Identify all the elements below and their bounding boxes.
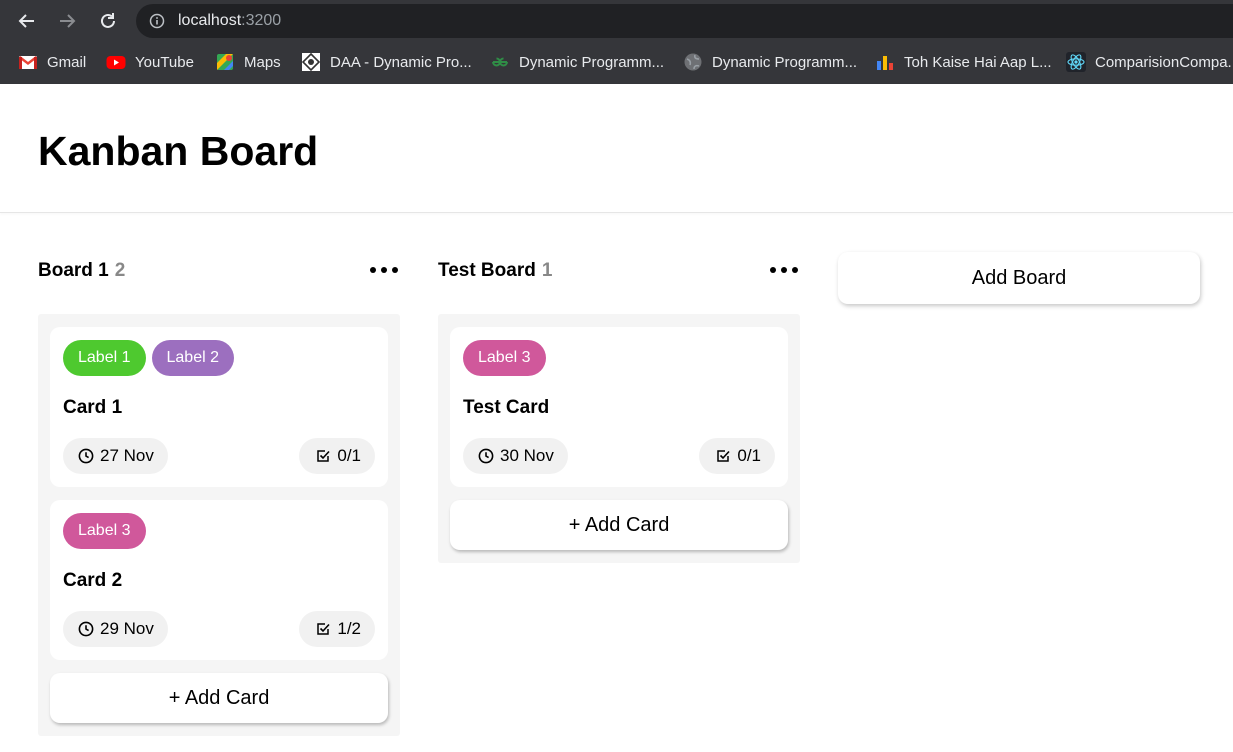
- card-date: 30 Nov: [500, 446, 554, 465]
- clock-icon: [478, 448, 494, 464]
- browser-chrome: localhost:3200 Gmail YouTube Maps DAA - …: [0, 0, 1233, 84]
- more-dots-icon: [381, 267, 387, 273]
- board-header: Board 12: [38, 260, 400, 286]
- bookmark-maps[interactable]: Maps: [215, 51, 281, 73]
- card-label: Label 1: [63, 340, 146, 376]
- card-date-chip: 29 Nov: [63, 611, 168, 647]
- bookmark-youtube[interactable]: YouTube: [106, 51, 194, 73]
- gmail-icon: [18, 52, 38, 72]
- bookmark-comparision[interactable]: ComparisionCompa...: [1066, 51, 1233, 73]
- card-date: 29 Nov: [100, 619, 154, 638]
- board-cards-container: Label 1 Label 2 Card 1 27 Nov 0/1 Label …: [38, 314, 400, 736]
- card-title: Card 2: [63, 570, 123, 591]
- board-title: Board 12: [38, 260, 125, 282]
- board-menu-button[interactable]: [370, 262, 398, 278]
- card-tasks: 0/1: [737, 446, 761, 465]
- bookmarks-bar: Gmail YouTube Maps DAA - Dynamic Pro... …: [0, 44, 1233, 80]
- card-labels: Label 1 Label 2: [63, 340, 234, 376]
- more-dots-icon: [781, 267, 787, 273]
- board-menu-button[interactable]: [770, 262, 798, 278]
- more-dots-icon: [792, 267, 798, 273]
- board-cards-container: Label 3 Test Card 30 Nov 0/1 + Add Card: [438, 314, 800, 563]
- page-title: Kanban Board: [38, 128, 319, 174]
- browser-toolbar: localhost:3200: [0, 0, 1233, 42]
- card[interactable]: Label 1 Label 2 Card 1 27 Nov 0/1: [50, 327, 388, 487]
- card-tasks: 0/1: [337, 446, 361, 465]
- bookmark-dynamic-programming-web[interactable]: Dynamic Programm...: [683, 51, 857, 73]
- card-tasks-chip: 0/1: [699, 438, 775, 474]
- card-date-chip: 30 Nov: [463, 438, 568, 474]
- more-dots-icon: [392, 267, 398, 273]
- card-date-chip: 27 Nov: [63, 438, 168, 474]
- bar-chart-icon: [875, 52, 895, 72]
- card-date: 27 Nov: [100, 446, 154, 465]
- card-label: Label 3: [63, 513, 146, 549]
- card-tasks: 1/2: [337, 619, 361, 638]
- arrow-left-icon: [18, 14, 34, 28]
- board-header: Test Board 1: [438, 260, 800, 286]
- card-title: Test Card: [463, 397, 550, 418]
- bookmark-daa[interactable]: DAA - Dynamic Pro...: [301, 51, 472, 73]
- address-bar[interactable]: localhost:3200: [136, 4, 1233, 38]
- board-card-count: 1: [541, 260, 553, 281]
- card-title: Card 1: [63, 397, 123, 418]
- more-dots-icon: [770, 267, 776, 273]
- globe-icon: [683, 52, 703, 72]
- info-icon[interactable]: [149, 13, 165, 29]
- reload-button[interactable]: [95, 8, 121, 34]
- card-tasks-chip: 0/1: [299, 438, 375, 474]
- board-title: Test Board 1: [438, 260, 552, 282]
- board-title-text: Test Board: [438, 260, 536, 281]
- app-header: Kanban Board: [0, 84, 1233, 213]
- geeksforgeeks-icon: [490, 52, 510, 72]
- maps-icon: [215, 52, 235, 72]
- card-label: Label 2: [151, 340, 234, 376]
- reload-icon: [101, 13, 115, 28]
- add-board-button[interactable]: Add Board: [838, 252, 1200, 304]
- card-tasks-chip: 1/2: [299, 611, 375, 647]
- url-text: localhost:3200: [178, 12, 282, 29]
- card-label: Label 3: [463, 340, 546, 376]
- add-card-button[interactable]: + Add Card: [450, 500, 788, 550]
- clock-icon: [78, 621, 94, 637]
- card[interactable]: Label 3 Card 2 29 Nov 1/2: [50, 500, 388, 660]
- daa-icon: [301, 52, 321, 72]
- card-labels: Label 3: [463, 340, 546, 376]
- clock-icon: [78, 448, 94, 464]
- arrow-right-icon: [60, 14, 76, 28]
- board-title-text: Board 1: [38, 260, 109, 281]
- bookmark-toh-kaise-hai-aap[interactable]: Toh Kaise Hai Aap L...: [875, 51, 1052, 73]
- checkbox-icon: [717, 450, 730, 462]
- add-card-button[interactable]: + Add Card: [50, 673, 388, 723]
- back-button[interactable]: [14, 8, 40, 34]
- more-dots-icon: [370, 267, 376, 273]
- card[interactable]: Label 3 Test Card 30 Nov 0/1: [450, 327, 788, 487]
- card-labels: Label 3: [63, 513, 146, 549]
- board-card-count: 2: [114, 260, 126, 281]
- forward-button[interactable]: [54, 8, 80, 34]
- youtube-icon: [106, 52, 126, 72]
- bookmark-gmail[interactable]: Gmail: [18, 51, 86, 73]
- react-icon: [1066, 52, 1086, 72]
- checkbox-icon: [317, 623, 330, 635]
- bookmark-dynamic-programming-gfg[interactable]: Dynamic Programm...: [490, 51, 664, 73]
- checkbox-icon: [317, 450, 330, 462]
